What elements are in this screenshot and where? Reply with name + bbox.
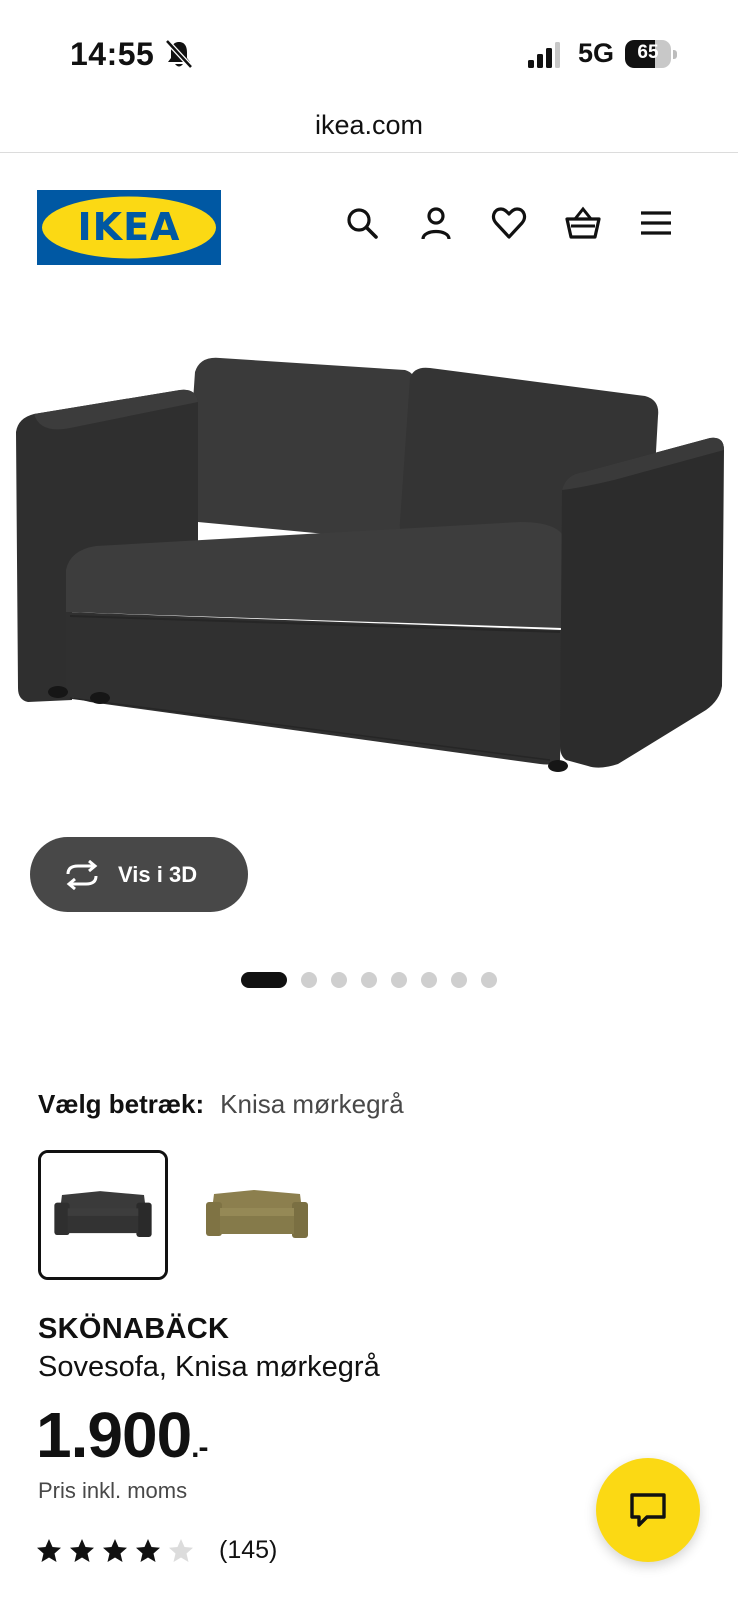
rotate-3d-icon — [66, 859, 98, 890]
rating-stars — [36, 1538, 201, 1564]
product-name: SKÖNABÄCK — [38, 1313, 230, 1345]
product-description: Sovesofa, Knisa mørkegrå — [38, 1351, 380, 1383]
star-icon — [136, 1538, 160, 1562]
search-icon[interactable] — [342, 203, 382, 243]
price-suffix: .- — [191, 1431, 208, 1464]
cover-option-dark-grey[interactable] — [38, 1150, 168, 1280]
gallery-dot[interactable] — [421, 972, 437, 988]
status-bar: 14:55 5G 65 — [0, 0, 738, 100]
gallery-dot[interactable] — [361, 972, 377, 988]
bell-muted-icon — [165, 39, 193, 69]
view-3d-label: Vis i 3D — [118, 861, 198, 887]
heart-icon[interactable] — [489, 203, 529, 243]
battery-percent: 65 — [637, 42, 659, 63]
review-count: (145) — [219, 1536, 278, 1564]
cover-label: Vælg betræk: — [38, 1089, 205, 1119]
battery-icon: 65 — [625, 40, 677, 68]
gallery-dot[interactable] — [391, 972, 407, 988]
star-icon — [70, 1538, 94, 1562]
price-value: 1.900 — [36, 1399, 192, 1471]
product-price: 1.900.- — [36, 1398, 209, 1472]
cover-option-olive[interactable] — [192, 1150, 322, 1280]
product-rating[interactable]: (145) — [36, 1536, 277, 1565]
svg-text:IKEA: IKEA — [78, 205, 181, 249]
view-3d-button[interactable]: Vis i 3D — [30, 837, 248, 912]
ikea-logo[interactable]: IKEA — [37, 190, 221, 265]
star-icon — [103, 1538, 127, 1562]
network-type: 5G — [578, 38, 615, 68]
gallery-pagination — [241, 971, 511, 989]
cover-value: Knisa mørkegrå — [220, 1089, 404, 1119]
price-note: Pris inkl. moms — [38, 1478, 188, 1503]
signal-icon — [528, 42, 560, 68]
gallery-dot[interactable] — [451, 972, 467, 988]
basket-icon[interactable] — [563, 203, 603, 243]
account-icon[interactable] — [416, 203, 456, 243]
gallery-dot[interactable] — [301, 972, 317, 988]
address-bar[interactable]: ikea.com — [0, 100, 738, 153]
status-time: 14:55 — [70, 36, 155, 72]
product-image[interactable] — [0, 290, 738, 850]
star-icon — [169, 1538, 193, 1562]
gallery-dot[interactable] — [241, 972, 287, 988]
menu-icon[interactable] — [636, 203, 676, 243]
chat-icon — [630, 1493, 666, 1527]
site-header: IKEA — [0, 153, 738, 283]
star-icon — [37, 1538, 61, 1562]
chat-button[interactable] — [596, 1458, 700, 1562]
gallery-dot[interactable] — [331, 972, 347, 988]
cover-selector-label: Vælg betræk: Knisa mørkegrå — [38, 1089, 404, 1120]
url-text: ikea.com — [314, 110, 424, 140]
gallery-dot[interactable] — [481, 972, 497, 988]
